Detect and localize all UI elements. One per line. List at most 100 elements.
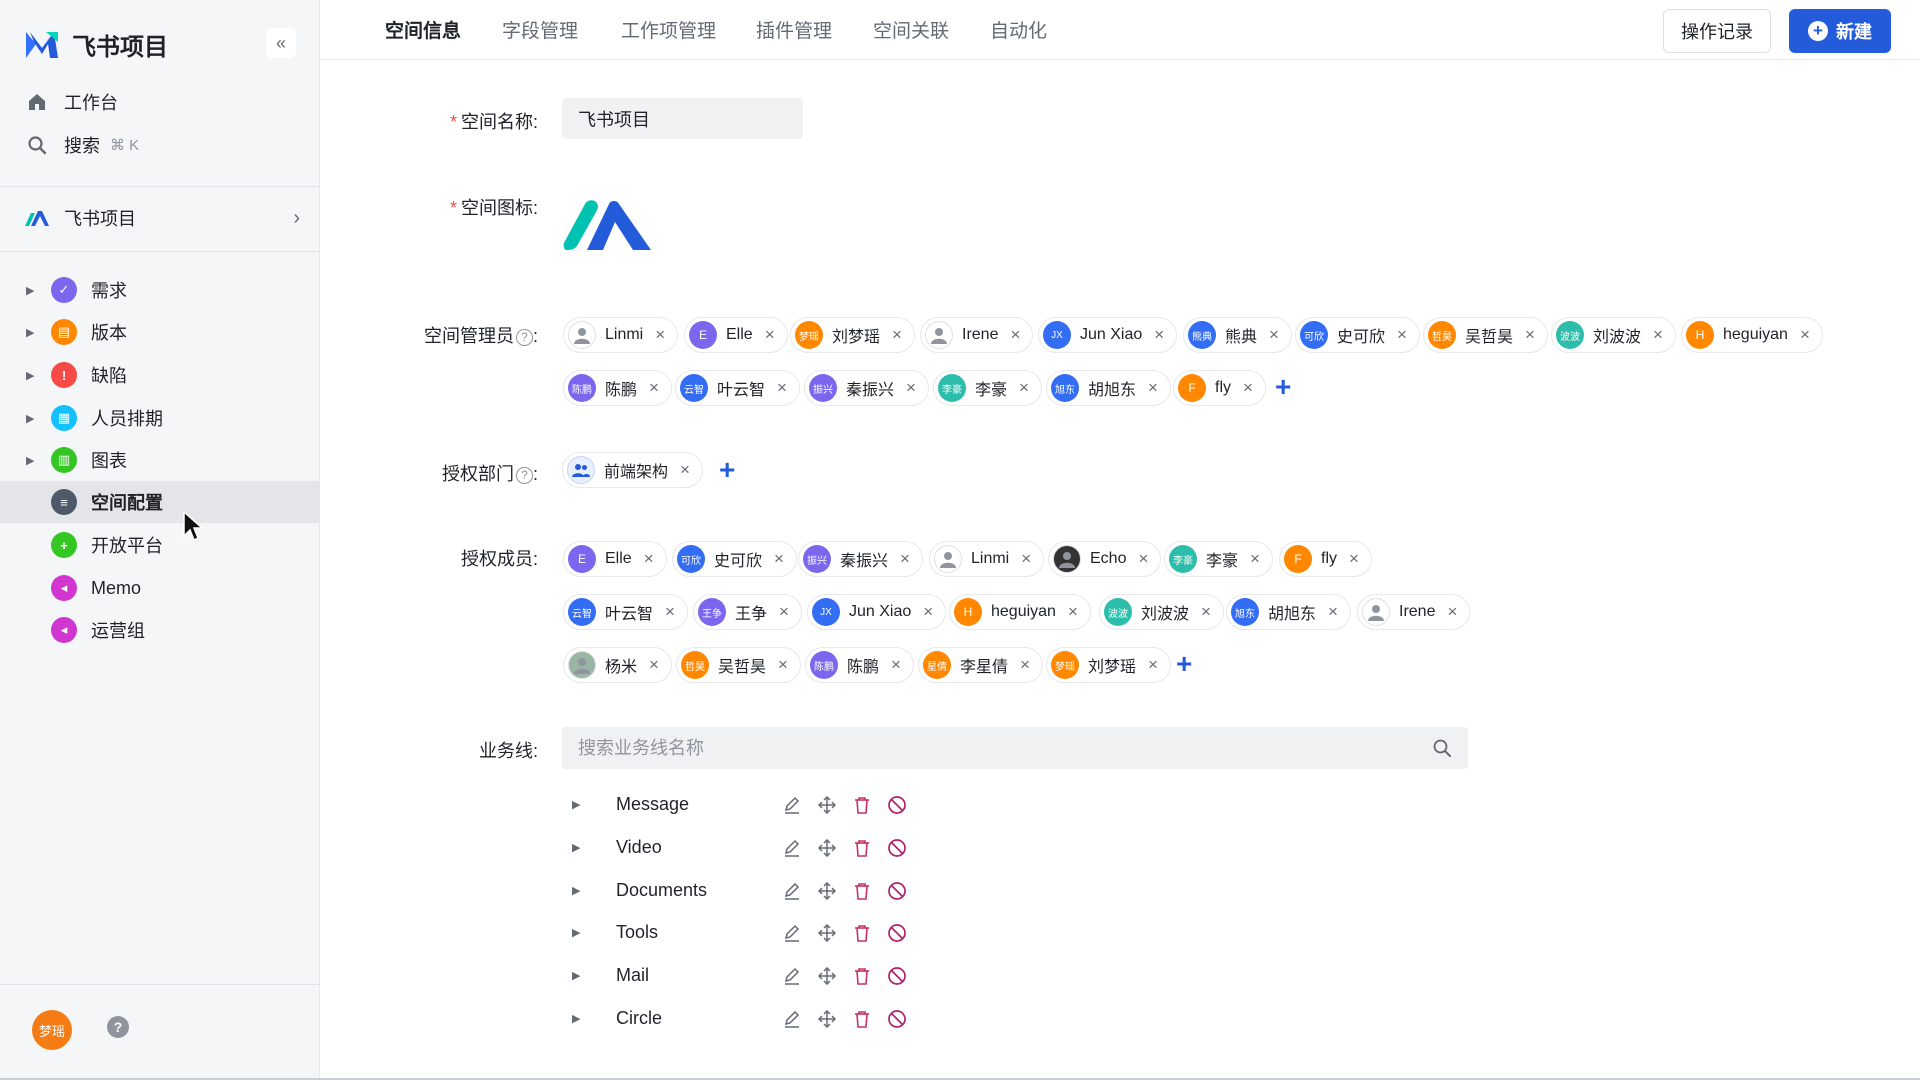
bizline-row[interactable]: ▶ Documents	[562, 872, 922, 908]
ban-icon[interactable]	[886, 965, 908, 987]
user-chip[interactable]: 可欣 史可欣 ×	[1295, 317, 1420, 353]
user-chip[interactable]: Irene ×	[920, 317, 1034, 353]
close-icon[interactable]: ×	[900, 549, 910, 569]
sidebar-item-settings[interactable]: ≡ 空间配置	[0, 481, 320, 523]
user-chip[interactable]: 旭东 胡旭东 ×	[1046, 370, 1171, 406]
space-switcher[interactable]: 飞书项目 ›	[24, 198, 300, 238]
user-chip[interactable]: 振兴 秦振兴 ×	[804, 370, 929, 406]
sidebar-item-ops[interactable]: ◂ 运营组	[0, 609, 320, 651]
caret-right-icon[interactable]: ▶	[572, 798, 580, 811]
user-chip[interactable]: 陈鹏 陈鹏 ×	[563, 370, 672, 406]
move-icon[interactable]	[816, 1008, 838, 1030]
add-admin-button[interactable]: +	[1275, 373, 1291, 401]
question-circle-icon[interactable]: ?	[515, 329, 533, 346]
sidebar-item-requirement[interactable]: ▶ ✓ 需求	[0, 269, 320, 311]
caret-right-icon[interactable]: ▶	[572, 884, 580, 897]
move-icon[interactable]	[816, 880, 838, 902]
user-avatar[interactable]: 梦瑶	[32, 1010, 72, 1050]
user-chip[interactable]: 李豪 李豪 ×	[1164, 541, 1273, 577]
close-icon[interactable]: ×	[1653, 325, 1663, 345]
sidebar-item-schedule[interactable]: ▶ ▦ 人员排期	[0, 397, 320, 439]
user-chip[interactable]: Ffly ×	[1279, 541, 1372, 577]
user-chip[interactable]: Irene ×	[1357, 594, 1471, 630]
close-icon[interactable]: ×	[906, 378, 916, 398]
user-chip[interactable]: E Elle ×	[684, 317, 788, 353]
move-icon[interactable]	[816, 965, 838, 987]
move-icon[interactable]	[816, 794, 838, 816]
edit-icon[interactable]	[781, 880, 803, 902]
user-chip[interactable]: 波波 刘波波 ×	[1099, 594, 1224, 630]
close-icon[interactable]: ×	[1068, 602, 1078, 622]
caret-right-icon[interactable]: ▶	[572, 1012, 580, 1025]
user-chip[interactable]: Ffly ×	[1173, 370, 1266, 406]
new-button[interactable]: + 新建	[1789, 9, 1891, 53]
close-icon[interactable]: ×	[1201, 602, 1211, 622]
caret-right-icon[interactable]: ▶	[572, 841, 580, 854]
caret-right-icon[interactable]: ▶	[26, 412, 34, 425]
caret-right-icon[interactable]: ▶	[572, 969, 580, 982]
user-chip[interactable]: JX Jun Xiao ×	[1038, 317, 1178, 353]
close-icon[interactable]: ×	[1010, 325, 1020, 345]
edit-icon[interactable]	[781, 837, 803, 859]
sidebar-item-bug[interactable]: ▶! 缺陷	[0, 354, 320, 396]
close-icon[interactable]: ×	[923, 602, 933, 622]
bizline-row[interactable]: ▶ Circle	[562, 1000, 922, 1036]
trash-icon[interactable]	[851, 837, 873, 859]
close-icon[interactable]: ×	[1019, 378, 1029, 398]
close-icon[interactable]: ×	[1243, 378, 1253, 398]
space-name-input[interactable]	[562, 98, 803, 139]
ban-icon[interactable]	[886, 837, 908, 859]
help-icon[interactable]: ?	[107, 1016, 129, 1038]
tab-5[interactable]: 自动化	[990, 16, 1047, 43]
user-chip[interactable]: 旭东 胡旭东 ×	[1226, 594, 1351, 630]
user-chip[interactable]: 杨米 ×	[563, 647, 672, 683]
close-icon[interactable]: ×	[765, 325, 775, 345]
tab-2[interactable]: 工作项管理	[621, 16, 716, 43]
collapse-sidebar-button[interactable]: «	[266, 28, 296, 58]
add-dept-button[interactable]: +	[719, 456, 735, 484]
trash-icon[interactable]	[851, 965, 873, 987]
tab-0[interactable]: 空间信息	[385, 16, 461, 43]
user-chip[interactable]: 可欣 史可欣 ×	[672, 541, 797, 577]
tab-1[interactable]: 字段管理	[502, 16, 578, 43]
question-circle-icon[interactable]: ?	[515, 467, 533, 484]
bizline-search-input[interactable]	[562, 727, 1422, 769]
close-icon[interactable]: ×	[649, 655, 659, 675]
dept-chip[interactable]: 前端架构 ×	[562, 452, 703, 488]
user-chip[interactable]: Hheguiyan ×	[949, 594, 1091, 630]
trash-icon[interactable]	[851, 1008, 873, 1030]
tab-4[interactable]: 空间关联	[873, 16, 949, 43]
user-chip[interactable]: E Elle ×	[563, 541, 667, 577]
user-chip[interactable]: Linmi ×	[929, 541, 1045, 577]
trash-icon[interactable]	[851, 922, 873, 944]
user-chip[interactable]: Linmi ×	[563, 317, 679, 353]
caret-right-icon[interactable]: ▶	[26, 454, 34, 467]
sidebar-item-version[interactable]: ▶ ▤ 版本	[0, 311, 320, 353]
edit-icon[interactable]	[781, 965, 803, 987]
user-chip[interactable]: 熊典 熊典 ×	[1183, 317, 1292, 353]
user-chip[interactable]: 星倩 李星倩 ×	[918, 647, 1043, 683]
close-icon[interactable]: ×	[1021, 549, 1031, 569]
trash-icon[interactable]	[851, 880, 873, 902]
user-chip[interactable]: 哲昊 吴哲昊 ×	[676, 647, 801, 683]
user-chip[interactable]: 云智 叶云智 ×	[563, 594, 688, 630]
caret-right-icon[interactable]: ▶	[26, 284, 34, 297]
close-icon[interactable]: ×	[680, 460, 690, 480]
move-icon[interactable]	[816, 837, 838, 859]
caret-right-icon[interactable]: ▶	[26, 369, 34, 382]
edit-icon[interactable]	[781, 794, 803, 816]
close-icon[interactable]: ×	[779, 602, 789, 622]
user-chip[interactable]: 振兴 秦振兴 ×	[798, 541, 923, 577]
user-chip[interactable]: JX Jun Xiao ×	[807, 594, 947, 630]
sidebar-item-chart[interactable]: ▶ ▥ 图表	[0, 439, 320, 481]
close-icon[interactable]: ×	[778, 655, 788, 675]
close-icon[interactable]: ×	[1525, 325, 1535, 345]
close-icon[interactable]: ×	[1148, 378, 1158, 398]
caret-right-icon[interactable]: ▶	[572, 926, 580, 939]
close-icon[interactable]: ×	[1349, 549, 1359, 569]
close-icon[interactable]: ×	[774, 549, 784, 569]
user-chip[interactable]: Echo ×	[1048, 541, 1162, 577]
user-chip[interactable]: 云智 叶云智 ×	[675, 370, 800, 406]
close-icon[interactable]: ×	[892, 325, 902, 345]
trash-icon[interactable]	[851, 794, 873, 816]
